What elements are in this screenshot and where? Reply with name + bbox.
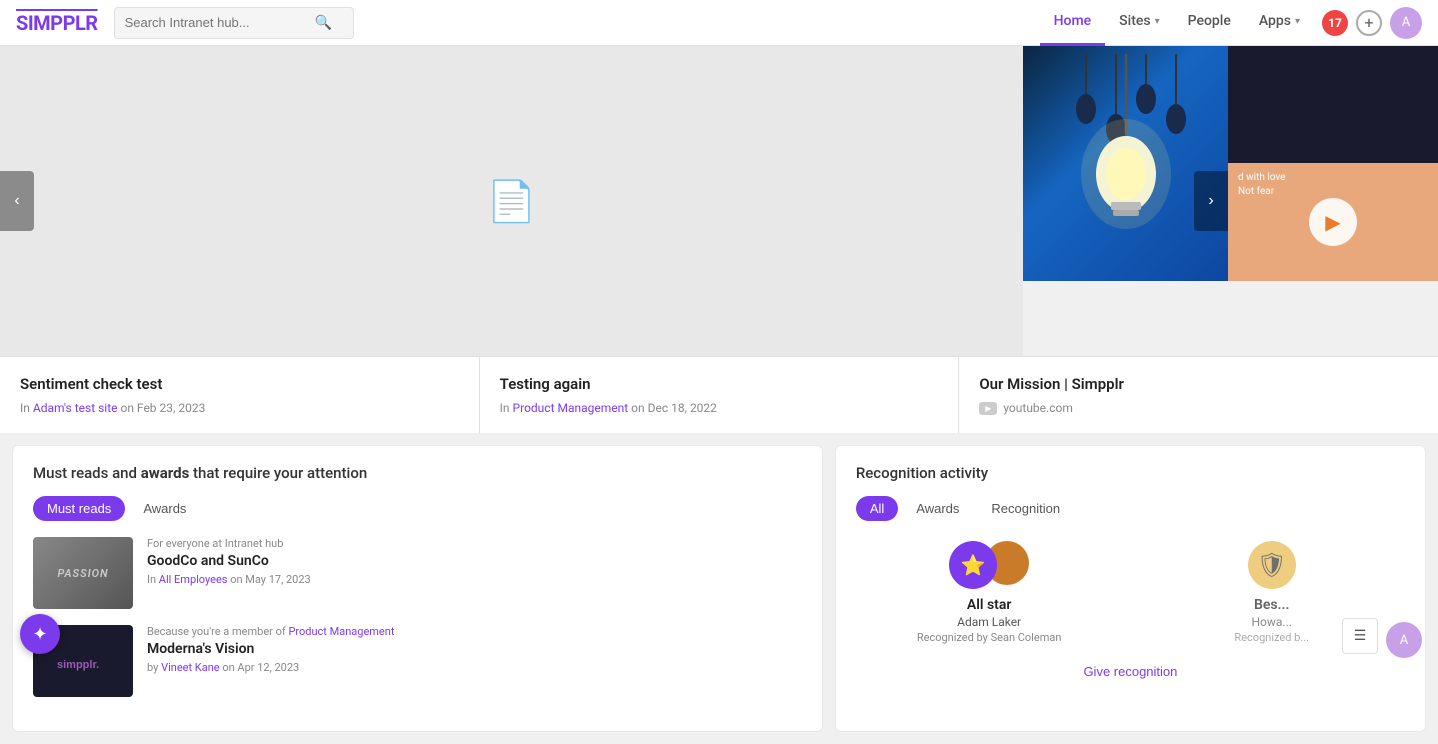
tab-awards[interactable]: Awards bbox=[129, 496, 200, 521]
content-card-testing: Testing again In Product Management on D… bbox=[480, 356, 960, 433]
carousel-left-panel: 📄 ‹ bbox=[0, 46, 1023, 356]
item-content-2: Because you're a member of Product Manag… bbox=[147, 625, 802, 674]
item-meta-1: In All Employees on May 17, 2023 bbox=[147, 573, 802, 586]
must-reads-item-2: simpplr. Because you're a member of Prod… bbox=[33, 625, 802, 697]
user-avatar[interactable]: A bbox=[1390, 7, 1422, 39]
give-recognition-section: Give recognition bbox=[856, 664, 1405, 679]
item-thumb-1: PASSION bbox=[33, 537, 133, 609]
item-link-2[interactable]: Vineet Kane bbox=[161, 661, 220, 674]
carousel-thumb-top[interactable] bbox=[1228, 46, 1438, 163]
item-title-2[interactable]: Moderna's Vision bbox=[147, 641, 802, 657]
rec-badge-star: ⭐ bbox=[949, 541, 997, 589]
scroll-button[interactable]: ☰ bbox=[1342, 618, 1378, 654]
rec-award-title-1: All star bbox=[856, 597, 1123, 613]
rec-badge-shield: 🛡 bbox=[1248, 541, 1296, 589]
card-title: Our Mission | Simpplr bbox=[979, 375, 1418, 393]
add-button[interactable]: + bbox=[1356, 10, 1382, 36]
bottom-section: Must reads and awards that require your … bbox=[0, 433, 1438, 744]
item-label-1: For everyone at Intranet hub bbox=[147, 537, 802, 550]
card-title: Sentiment check test bbox=[20, 375, 459, 393]
item-link-1[interactable]: All Employees bbox=[159, 573, 228, 586]
recognition-panel: Recognition activity All Awards Recognit… bbox=[835, 445, 1426, 732]
card-meta: In Product Management on Dec 18, 2022 bbox=[500, 401, 939, 415]
item-because-label: Because you're a member of Product Manag… bbox=[147, 625, 802, 638]
card-meta: In Adam's test site on Feb 23, 2023 bbox=[20, 401, 459, 415]
passion-thumb: PASSION bbox=[33, 537, 133, 609]
card-youtube-meta: ▶ youtube.com bbox=[979, 401, 1418, 415]
fab-button[interactable]: ✦ bbox=[20, 614, 60, 654]
carousel-right-column: d with loveNot fear ▶ bbox=[1228, 46, 1438, 356]
logo[interactable]: SIMPPLR bbox=[16, 11, 98, 35]
main-nav: Home Sites ▾ People Apps ▾ bbox=[1040, 0, 1314, 46]
must-reads-item-1: PASSION For everyone at Intranet hub Goo… bbox=[33, 537, 802, 609]
content-card-sentiment: Sentiment check test In Adam's test site… bbox=[0, 356, 480, 433]
search-bar: 🔍 bbox=[114, 7, 354, 39]
card-title: Testing again bbox=[500, 375, 939, 393]
nav-item-people[interactable]: People bbox=[1174, 0, 1245, 46]
document-icon: 📄 bbox=[487, 178, 537, 225]
svg-text:simpplr.: simpplr. bbox=[57, 659, 99, 671]
youtube-icon: ▶ bbox=[979, 402, 997, 415]
carousel-next-button[interactable]: › bbox=[1194, 171, 1228, 231]
item-content-1: For everyone at Intranet hub GoodCo and … bbox=[147, 537, 802, 586]
give-recognition-button[interactable]: Give recognition bbox=[1083, 664, 1177, 679]
rec-recognized-by-1: Recognized by Sean Coleman bbox=[856, 631, 1123, 644]
content-card-mission: Our Mission | Simpplr ▶ youtube.com bbox=[959, 356, 1438, 433]
nav-item-sites[interactable]: Sites ▾ bbox=[1105, 0, 1173, 46]
tab-recognition-all[interactable]: All bbox=[856, 496, 898, 521]
rec-card-all-star: ⭐ All star Adam Laker Recognized by Sean… bbox=[856, 541, 1123, 644]
search-icon: 🔍 bbox=[315, 15, 332, 31]
card-link[interactable]: Adam's test site bbox=[33, 401, 118, 415]
simpplr-logo-mini: simpplr. bbox=[53, 646, 113, 676]
panel-title: Must reads and awards that require your … bbox=[33, 464, 802, 482]
chevron-down-icon: ▾ bbox=[1155, 16, 1160, 27]
nav-item-apps[interactable]: Apps ▾ bbox=[1245, 0, 1314, 46]
search-input[interactable] bbox=[125, 15, 315, 30]
tab-recognition-awards[interactable]: Awards bbox=[902, 496, 973, 521]
card-link[interactable]: Product Management bbox=[513, 401, 629, 415]
item-title-1[interactable]: GoodCo and SunCo bbox=[147, 553, 802, 569]
content-cards-row: Sentiment check test In Adam's test site… bbox=[0, 356, 1438, 433]
must-reads-panel: Must reads and awards that require your … bbox=[12, 445, 823, 732]
chevron-down-icon: ▾ bbox=[1295, 16, 1300, 27]
rec-avatars-1: ⭐ bbox=[856, 541, 1123, 589]
video-overlay-text: d with loveNot fear bbox=[1238, 171, 1285, 199]
item-because-link[interactable]: Product Management bbox=[288, 625, 394, 638]
recognition-cards: ⭐ All star Adam Laker Recognized by Sean… bbox=[856, 541, 1405, 644]
item-meta-2: by Vineet Kane on Apr 12, 2023 bbox=[147, 661, 802, 674]
header-actions: 17 + A bbox=[1322, 7, 1422, 39]
nav-item-home[interactable]: Home bbox=[1040, 0, 1106, 46]
bottom-user-avatar[interactable]: A bbox=[1386, 622, 1422, 658]
carousel-bulb-image bbox=[1023, 46, 1228, 281]
rec-avatars-2: 🛡 bbox=[1138, 541, 1405, 589]
recognition-panel-title: Recognition activity bbox=[856, 464, 1405, 482]
tab-must-reads[interactable]: Must reads bbox=[33, 496, 125, 521]
must-reads-tabs: Must reads Awards bbox=[33, 496, 802, 521]
carousel-prev-button[interactable]: ‹ bbox=[0, 171, 34, 231]
play-button[interactable]: ▶ bbox=[1309, 198, 1357, 246]
recognition-tabs: All Awards Recognition bbox=[856, 496, 1405, 521]
notification-badge[interactable]: 17 bbox=[1322, 10, 1348, 36]
carousel-thumb-bottom[interactable]: d with loveNot fear ▶ bbox=[1228, 163, 1438, 281]
rec-person-name-1: Adam Laker bbox=[856, 615, 1123, 629]
bulb-illustration bbox=[1026, 54, 1226, 274]
tab-recognition-recognition[interactable]: Recognition bbox=[977, 496, 1074, 521]
rec-award-title-2: Bes... bbox=[1138, 597, 1405, 613]
carousel-section: 📄 ‹ bbox=[0, 46, 1438, 356]
header: SIMPPLR 🔍 Home Sites ▾ People Apps ▾ 17 … bbox=[0, 0, 1438, 46]
